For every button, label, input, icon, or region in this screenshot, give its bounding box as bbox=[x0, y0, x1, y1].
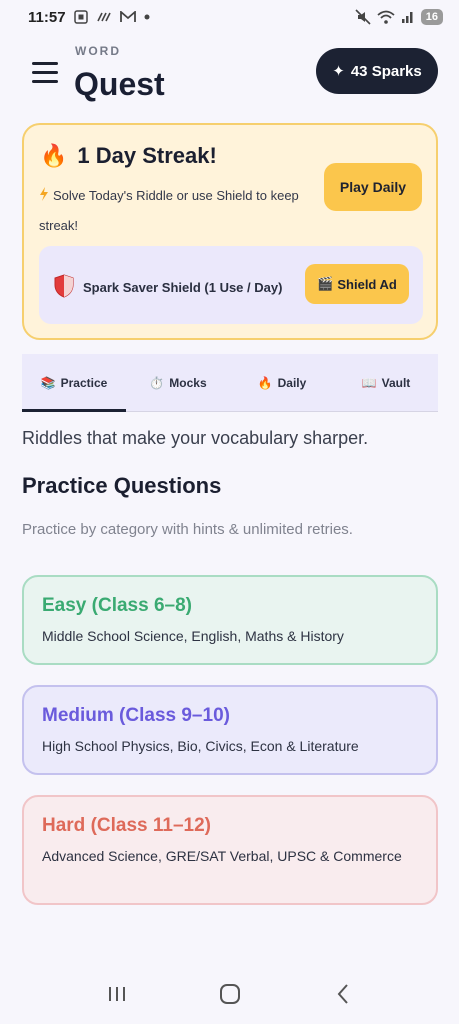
shield-label: Spark Saver Shield (1 Use / Day) bbox=[83, 280, 283, 295]
sparks-label: 43 Sparks bbox=[350, 62, 422, 80]
mute-icon bbox=[355, 9, 371, 25]
app-header: WORD Quest ✦ 43 Sparks bbox=[0, 40, 459, 110]
tab-label: Vault bbox=[381, 375, 411, 390]
recent-apps-icon bbox=[108, 987, 125, 1001]
tab-bar: 📚 Practice ⏱️ Mocks 🔥 Daily 📖 Vault bbox=[22, 354, 438, 412]
streak-card: 🔥 1 Day Streak! Solve Today's Riddle or … bbox=[22, 123, 438, 340]
clapperboard-icon: 🎬 bbox=[317, 276, 334, 291]
back-button[interactable] bbox=[323, 974, 363, 1014]
tab-label: Mocks bbox=[169, 375, 207, 390]
shield-icon bbox=[53, 274, 75, 301]
battery-indicator: 16 bbox=[420, 9, 443, 25]
category-title: Hard (Class 11–12) bbox=[42, 815, 211, 836]
shield-row: Spark Saver Shield (1 Use / Day) bbox=[53, 274, 282, 301]
tab-practice[interactable]: 📚 Practice bbox=[22, 354, 126, 412]
spark-icon: ✦ bbox=[332, 63, 345, 80]
brand-title: Quest bbox=[74, 66, 165, 102]
streak-description: Solve Today's Riddle or use Shield to ke… bbox=[39, 181, 329, 240]
system-nav-bar bbox=[0, 964, 459, 1024]
recent-apps-button[interactable] bbox=[97, 974, 137, 1014]
category-description: Middle School Science, English, Maths & … bbox=[42, 628, 344, 644]
tab-label: Daily bbox=[277, 375, 307, 390]
streak-heading: 🔥 1 Day Streak! bbox=[40, 143, 217, 169]
category-title: Easy (Class 6–8) bbox=[42, 595, 192, 616]
shield-box: Spark Saver Shield (1 Use / Day) 🎬 Shiel… bbox=[39, 246, 423, 324]
section-title: Practice Questions bbox=[22, 473, 222, 498]
tab-mocks[interactable]: ⏱️ Mocks bbox=[126, 354, 230, 411]
home-icon bbox=[219, 984, 240, 1004]
book-icon: 📖 bbox=[361, 375, 377, 390]
status-time: 11:57 bbox=[28, 8, 66, 26]
home-button[interactable] bbox=[210, 974, 250, 1014]
section-subtitle: Practice by category with hints & unlimi… bbox=[22, 521, 353, 538]
tab-daily[interactable]: 🔥 Daily bbox=[230, 354, 334, 411]
tagline: Riddles that make your vocabulary sharpe… bbox=[22, 428, 369, 448]
streak-description-text: Solve Today's Riddle or use Shield to ke… bbox=[39, 188, 299, 234]
tab-label: Practice bbox=[60, 375, 108, 390]
tab-vault[interactable]: 📖 Vault bbox=[334, 354, 438, 411]
back-icon bbox=[337, 984, 348, 1004]
fire-icon: 🔥 bbox=[257, 375, 273, 390]
category-hard-card[interactable]: Hard (Class 11–12) Advanced Science, GRE… bbox=[22, 795, 438, 905]
wifi-icon bbox=[377, 10, 395, 24]
wifi-calling-icon bbox=[96, 11, 112, 23]
category-title: Medium (Class 9–10) bbox=[42, 705, 230, 726]
shield-ad-button[interactable]: 🎬 Shield Ad bbox=[305, 264, 409, 304]
lightning-icon bbox=[39, 182, 49, 211]
gmail-icon bbox=[119, 11, 136, 23]
menu-button[interactable] bbox=[32, 62, 58, 84]
status-bar: 11:57 16 bbox=[0, 0, 459, 34]
sparks-button[interactable]: ✦ 43 Sparks bbox=[316, 48, 438, 94]
menu-icon bbox=[32, 62, 58, 65]
category-easy-card[interactable]: Easy (Class 6–8) Middle School Science, … bbox=[22, 575, 438, 665]
fire-icon: 🔥 bbox=[40, 143, 68, 168]
streak-title: 1 Day Streak! bbox=[77, 143, 217, 168]
books-icon: 📚 bbox=[40, 375, 56, 390]
category-description: Advanced Science, GRE/SAT Verbal, UPSC &… bbox=[42, 848, 402, 864]
play-daily-button[interactable]: Play Daily bbox=[324, 163, 422, 211]
stopwatch-icon: ⏱️ bbox=[149, 375, 165, 390]
dot-icon bbox=[144, 14, 150, 20]
category-medium-card[interactable]: Medium (Class 9–10) High School Physics,… bbox=[22, 685, 438, 775]
category-description: High School Physics, Bio, Civics, Econ &… bbox=[42, 738, 359, 754]
shield-ad-label: Shield Ad bbox=[337, 276, 397, 292]
brand-subtitle: WORD bbox=[75, 44, 121, 58]
screenshot-icon bbox=[73, 10, 88, 24]
signal-icon bbox=[401, 10, 415, 24]
